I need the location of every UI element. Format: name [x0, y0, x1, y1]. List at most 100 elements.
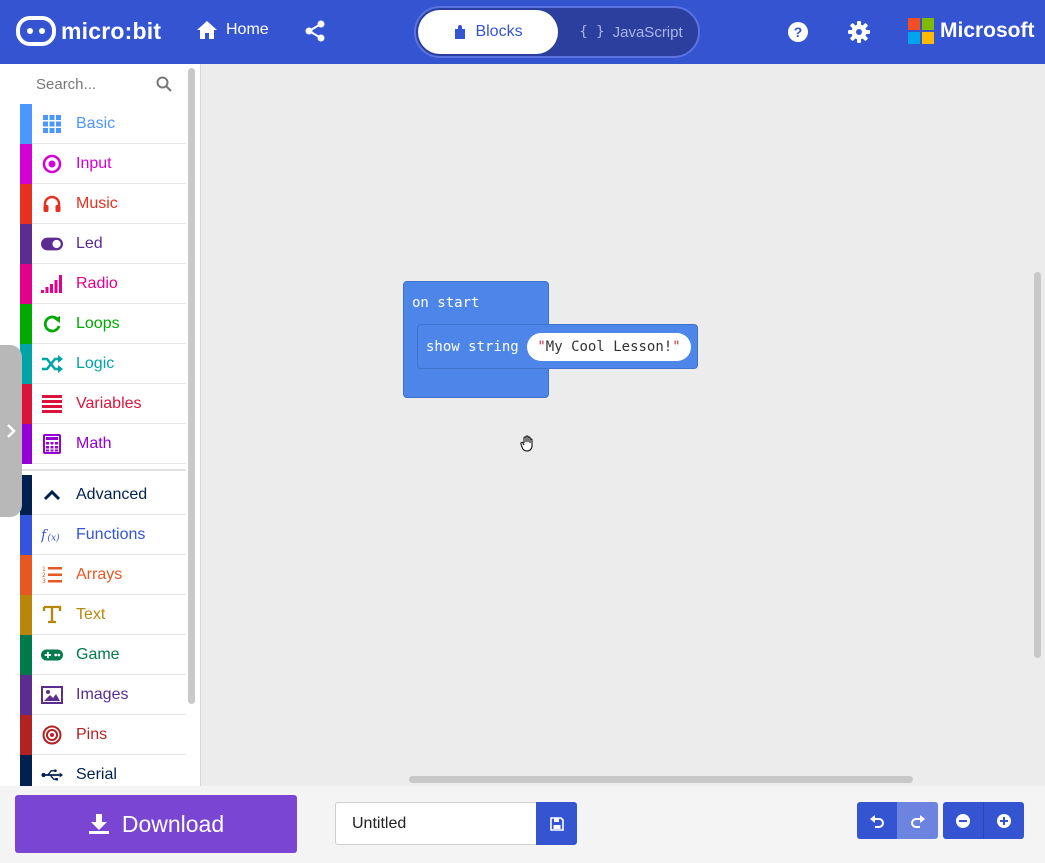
- redo-button[interactable]: [897, 802, 938, 839]
- text-icon: [41, 604, 63, 626]
- bottom-toolbar: Download: [0, 786, 1045, 863]
- category-text[interactable]: Text: [20, 595, 186, 635]
- category-input[interactable]: Input: [20, 144, 186, 184]
- toolbox: Basic Input Music Led Radio: [0, 64, 200, 786]
- category-color-bar: [20, 755, 32, 786]
- string-value: My Cool Lesson!: [545, 339, 673, 355]
- category-label: Loops: [76, 315, 120, 332]
- toolbox-search: [22, 64, 186, 104]
- zoom-out-button[interactable]: [943, 802, 983, 839]
- blocks-tab[interactable]: Blocks: [418, 10, 558, 54]
- category-music[interactable]: Music: [20, 184, 186, 224]
- simulator-expand-tab[interactable]: [0, 345, 22, 517]
- category-color-bar: [20, 635, 32, 675]
- category-variables[interactable]: Variables: [20, 384, 186, 424]
- category-basic[interactable]: Basic: [20, 104, 186, 144]
- editor-mode-toggle: Blocks { } JavaScript: [414, 6, 700, 58]
- on-start-label: on start: [412, 295, 480, 311]
- refresh-icon: [41, 313, 63, 335]
- shuffle-icon: [41, 353, 63, 375]
- category-math[interactable]: Math: [20, 424, 186, 464]
- category-label: Images: [76, 686, 129, 703]
- settings-button[interactable]: [848, 21, 870, 48]
- category-color-bar: [20, 184, 32, 224]
- microsoft-text: Microsoft: [940, 19, 1035, 42]
- download-button[interactable]: Download: [15, 795, 297, 853]
- category-color-bar: [20, 104, 32, 144]
- numbered-list-icon: 123: [41, 564, 63, 586]
- grid-icon: [41, 113, 63, 135]
- category-label: Pins: [76, 726, 108, 743]
- category-color-bar: [20, 515, 32, 555]
- category-color-bar: [20, 144, 32, 184]
- undo-button[interactable]: [857, 802, 897, 839]
- category-label: Serial: [76, 766, 117, 783]
- category-label: Math: [76, 435, 112, 452]
- category-label: Input: [76, 155, 112, 172]
- open-quote: ": [537, 339, 546, 355]
- help-icon: ?: [788, 22, 808, 42]
- string-value-field[interactable]: " My Cool Lesson! ": [527, 333, 691, 361]
- download-icon: [88, 814, 109, 834]
- category-label: Music: [76, 195, 118, 212]
- undo-icon: [870, 814, 884, 828]
- svg-text:?: ?: [794, 24, 803, 40]
- zoom-out-icon: [956, 813, 970, 828]
- calculator-icon: [41, 433, 63, 455]
- home-label: Home: [226, 21, 269, 38]
- toggle-icon: [41, 233, 63, 255]
- workspace-vertical-scrollbar[interactable]: [1034, 272, 1041, 658]
- category-label: Functions: [76, 526, 146, 543]
- share-button[interactable]: [304, 20, 326, 47]
- show-string-block[interactable]: show string " My Cool Lesson! ": [417, 324, 698, 369]
- category-logic[interactable]: Logic: [20, 344, 186, 384]
- category-game[interactable]: Game: [20, 635, 186, 675]
- microbit-logo-icon: [16, 16, 56, 46]
- redo-icon: [910, 814, 925, 828]
- chevron-up-icon: [41, 484, 63, 506]
- help-button[interactable]: ?: [787, 21, 809, 48]
- category-label: Advanced: [76, 486, 148, 503]
- function-icon: f (x): [41, 524, 63, 546]
- project-name-input[interactable]: [335, 802, 537, 845]
- logo-text: micro:bit: [61, 17, 162, 44]
- svg-text:(x): (x): [47, 533, 60, 544]
- workspace-horizontal-scrollbar[interactable]: [409, 776, 913, 783]
- usb-icon: [41, 764, 63, 786]
- save-button[interactable]: [536, 802, 577, 845]
- microbit-logo[interactable]: micro:bit: [16, 16, 161, 46]
- toolbox-scrollbar[interactable]: [188, 68, 195, 704]
- category-color-bar: [20, 675, 32, 715]
- blocks-workspace[interactable]: on start show string " My Cool Lesson! ": [200, 64, 1045, 786]
- category-functions[interactable]: f (x) Functions: [20, 515, 186, 555]
- category-label: Basic: [76, 115, 116, 132]
- zoom-in-button[interactable]: [983, 802, 1024, 839]
- headphones-icon: [41, 193, 63, 215]
- share-icon: [305, 20, 325, 42]
- javascript-tab[interactable]: { } JavaScript: [566, 10, 696, 54]
- category-led[interactable]: Led: [20, 224, 186, 264]
- category-label: Led: [76, 235, 103, 252]
- download-label: Download: [121, 810, 225, 837]
- hand-cursor-icon: [520, 435, 533, 452]
- category-label: Radio: [76, 275, 118, 292]
- category-pins[interactable]: Pins: [20, 715, 186, 755]
- braces-icon: { }: [579, 24, 605, 40]
- category-images[interactable]: Images: [20, 675, 186, 715]
- javascript-tab-label: JavaScript: [612, 23, 683, 41]
- toolbox-search-input[interactable]: [22, 70, 162, 98]
- category-color-bar: [20, 595, 32, 635]
- microsoft-logo[interactable]: Microsoft: [908, 18, 1035, 44]
- microsoft-squares-icon: [908, 18, 934, 44]
- category-radio[interactable]: Radio: [20, 264, 186, 304]
- category-loops[interactable]: Loops: [20, 304, 186, 344]
- home-button[interactable]: Home: [196, 20, 269, 40]
- lines-icon: [41, 393, 63, 415]
- category-serial[interactable]: Serial: [20, 755, 186, 786]
- category-label: Arrays: [76, 566, 123, 583]
- category-advanced[interactable]: Advanced: [20, 475, 186, 515]
- svg-text:3: 3: [42, 578, 46, 585]
- category-label: Variables: [76, 395, 142, 412]
- category-arrays[interactable]: 123 Arrays: [20, 555, 186, 595]
- search-icon[interactable]: [156, 76, 172, 92]
